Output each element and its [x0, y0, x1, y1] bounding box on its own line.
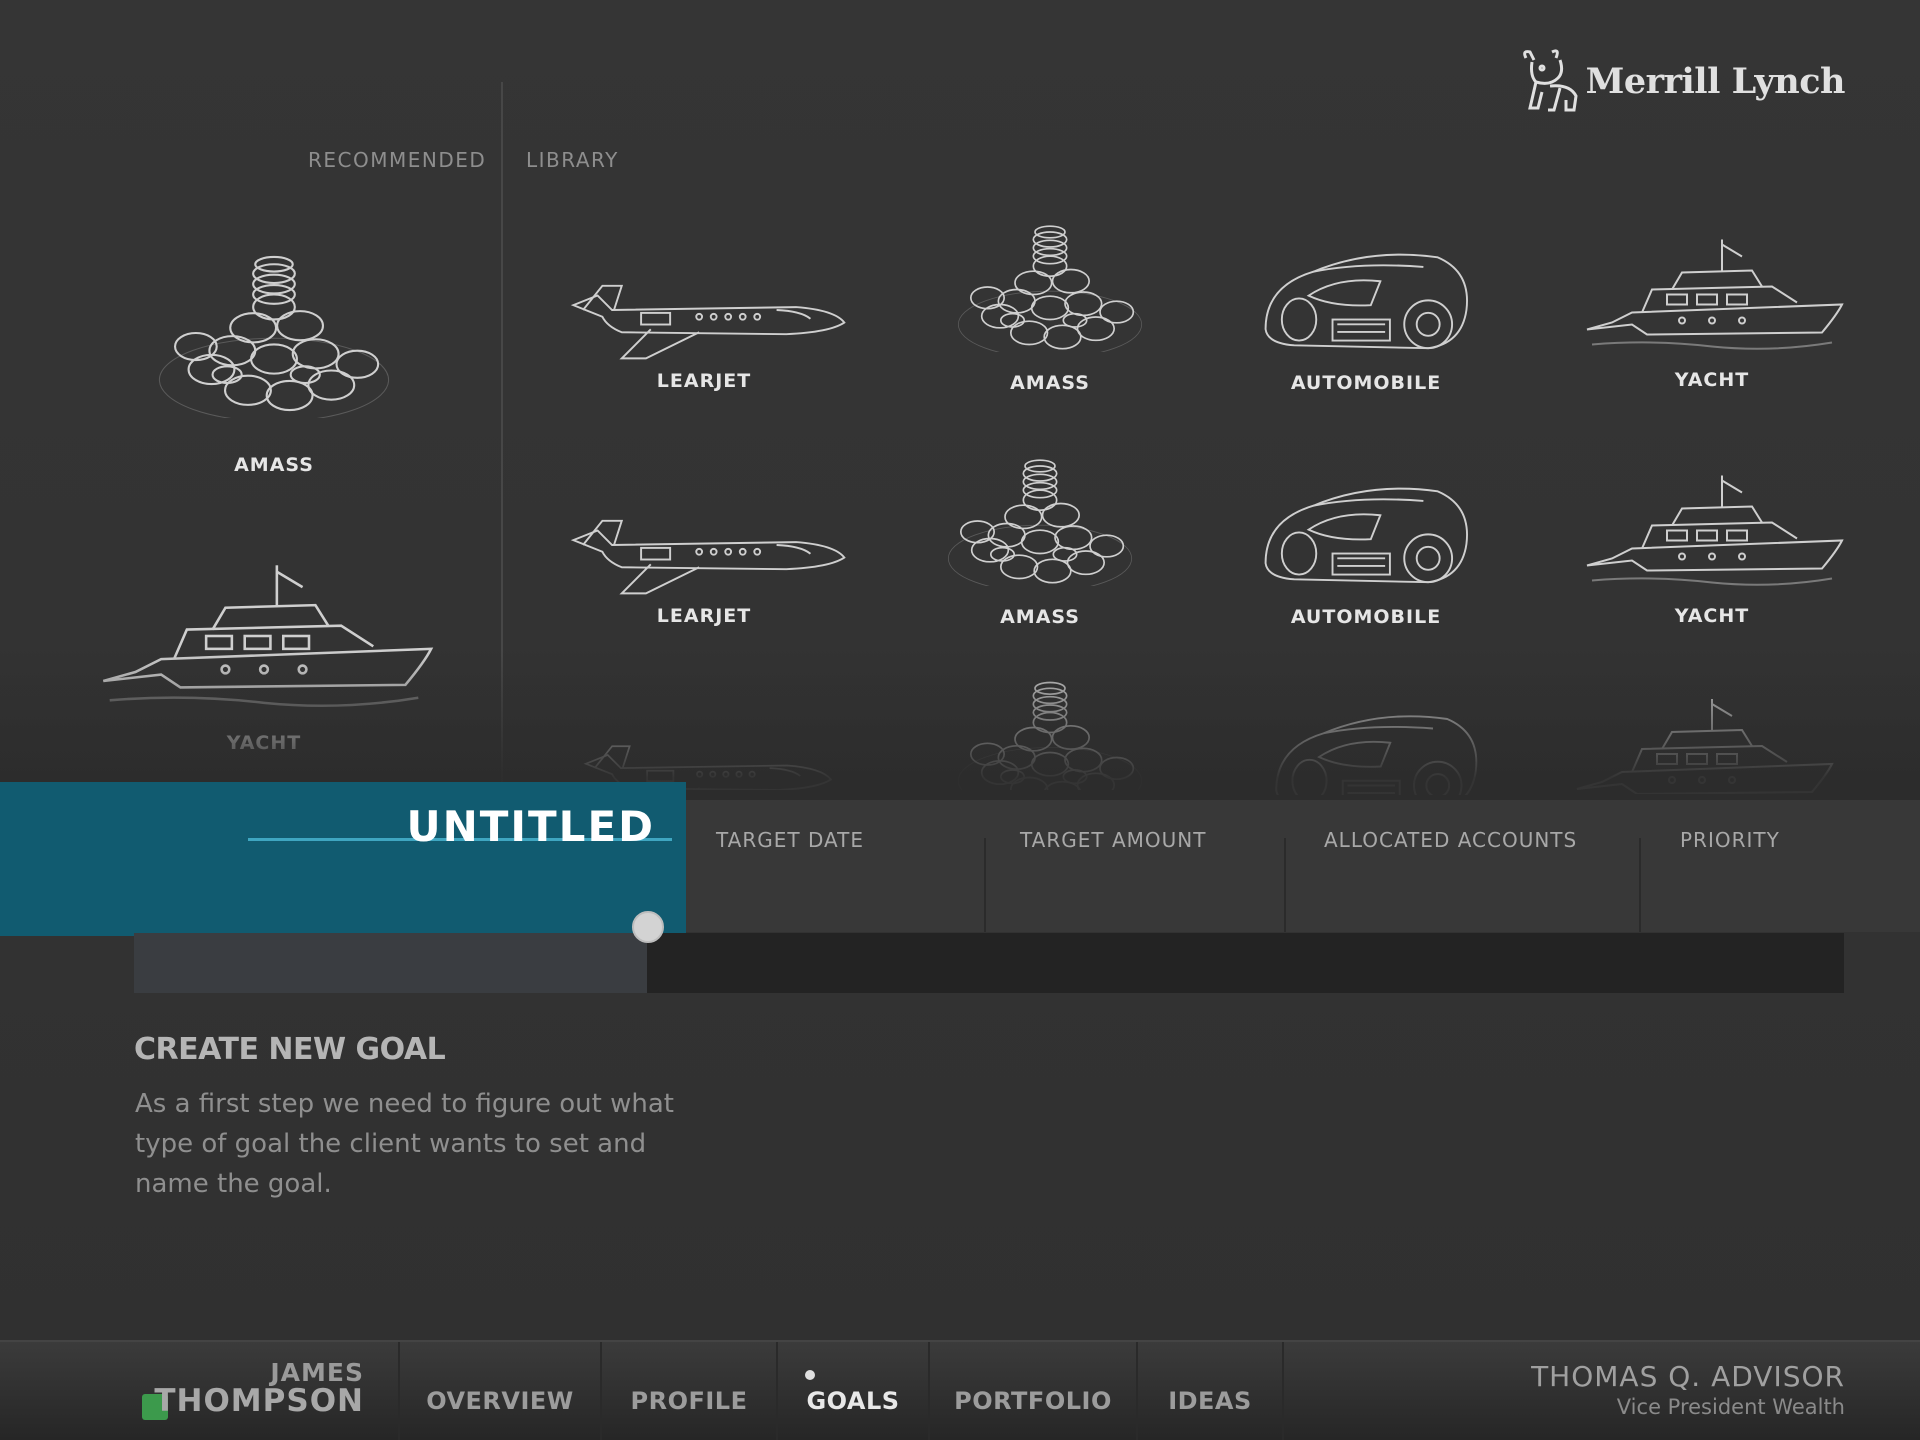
column-divider: [1284, 838, 1286, 932]
car-icon: [1264, 253, 1468, 350]
yacht-icon: [101, 563, 433, 708]
library-item-amass[interactable]: AMASS: [900, 222, 1200, 394]
recommended-heading: RECOMMENDED: [308, 148, 487, 172]
library-item-yacht[interactable]: YACHT: [1562, 232, 1862, 391]
library-item-amass[interactable]: AMASS: [890, 456, 1190, 628]
goals-screen: Merrill Lynch RECOMMENDED LIBRARY AMASS …: [0, 0, 1920, 1440]
jet-icon: [585, 745, 832, 790]
item-label: AMASS: [234, 454, 314, 476]
tab-profile[interactable]: PROFILE: [602, 1342, 776, 1440]
item-label: LEARJET: [656, 370, 752, 392]
jet-icon: [572, 284, 846, 360]
advisor-title: Vice President Wealth: [1616, 1395, 1845, 1419]
tab-divider: [1282, 1342, 1284, 1440]
target-date-column[interactable]: TARGET DATE: [716, 800, 1016, 932]
library-item-learjet[interactable]: LEARJET: [554, 490, 854, 627]
item-label: AMASS: [1010, 372, 1090, 394]
recommended-item-yacht[interactable]: YACHT: [84, 556, 444, 754]
goal-details-bar: TARGET DATE TARGET AMOUNT ALLOCATED ACCO…: [686, 800, 1920, 932]
allocated-accounts-label: ALLOCATED ACCOUNTS: [1324, 828, 1578, 852]
client-name[interactable]: JAMES THOMPSON: [140, 1358, 364, 1419]
item-label: AUTOMOBILE: [1290, 606, 1442, 628]
bottom-navigation: JAMES THOMPSON OVERVIEW PROFILE GOALS PO…: [0, 1340, 1920, 1440]
library-item-yacht[interactable]: YACHT: [1562, 468, 1862, 627]
advisor-name: THOMAS Q. ADVISOR: [1531, 1360, 1845, 1393]
item-label: YACHT: [226, 732, 302, 754]
car-icon: [1264, 487, 1468, 584]
client-last-name: THOMPSON: [154, 1383, 364, 1419]
yacht-icon: [1586, 238, 1843, 350]
tab-portfolio[interactable]: PORTFOLIO: [930, 1342, 1136, 1440]
coins-icon: [947, 459, 1133, 586]
item-label: AMASS: [1000, 606, 1080, 628]
coins-icon: [957, 681, 1143, 790]
create-goal-description: As a first step we need to figure out wh…: [135, 1089, 674, 1199]
library-item-automobile[interactable]: AUTOMOBILE: [1216, 472, 1516, 628]
item-label: YACHT: [1674, 605, 1750, 627]
merrill-lynch-logo: Merrill Lynch: [1520, 48, 1846, 114]
recommended-item-amass[interactable]: AMASS: [124, 248, 424, 476]
jet-icon: [572, 519, 846, 595]
column-divider: [984, 838, 986, 932]
tab-overview[interactable]: OVERVIEW: [400, 1342, 600, 1440]
create-goal-heading: CREATE NEW GOAL: [134, 1032, 446, 1067]
progress-slider-handle[interactable]: [632, 911, 664, 943]
item-label: AUTOMOBILE: [1290, 372, 1442, 394]
coins-icon: [158, 255, 390, 418]
yacht-icon: [1576, 698, 1833, 794]
coins-icon: [957, 225, 1143, 352]
target-amount-column[interactable]: TARGET AMOUNT: [1020, 800, 1310, 932]
priority-column[interactable]: PRIORITY: [1680, 800, 1900, 932]
library-item-learjet[interactable]: LEARJET: [554, 255, 854, 392]
item-label: LEARJET: [656, 605, 752, 627]
bull-icon: [1522, 49, 1578, 112]
logo-text: Merrill Lynch: [1585, 60, 1846, 102]
library-heading: LIBRARY: [526, 148, 619, 172]
goal-title[interactable]: UNTITLED: [407, 802, 656, 851]
car-icon: [1275, 715, 1478, 795]
target-amount-label: TARGET AMOUNT: [1020, 828, 1207, 852]
yacht-icon: [1586, 474, 1843, 586]
tab-ideas[interactable]: IDEAS: [1138, 1342, 1282, 1440]
advisor-info: THOMAS Q. ADVISOR Vice President Wealth: [1531, 1360, 1845, 1419]
priority-label: PRIORITY: [1680, 828, 1780, 852]
goal-progress-track[interactable]: [134, 933, 1844, 993]
target-date-label: TARGET DATE: [716, 828, 864, 852]
goal-progress-fill: [134, 933, 647, 993]
item-label: YACHT: [1674, 369, 1750, 391]
library-item-automobile[interactable]: AUTOMOBILE: [1216, 238, 1516, 394]
section-divider: [501, 82, 503, 782]
tab-goals[interactable]: GOALS: [778, 1342, 928, 1440]
column-divider: [1639, 838, 1641, 932]
allocated-accounts-column[interactable]: ALLOCATED ACCOUNTS: [1324, 800, 1654, 932]
